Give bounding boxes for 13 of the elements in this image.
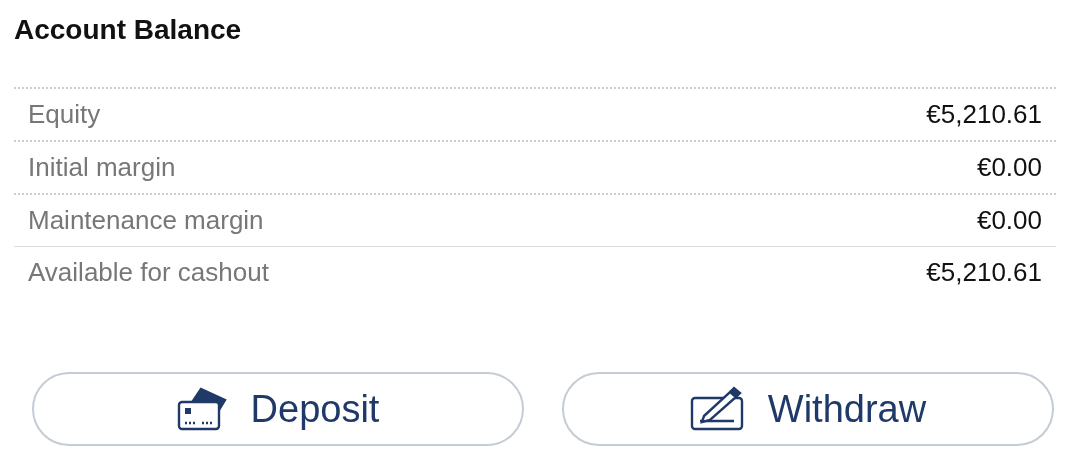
withdraw-button[interactable]: Withdraw xyxy=(562,372,1054,446)
cheque-pen-icon xyxy=(689,386,746,432)
row-label: Maintenance margin xyxy=(28,204,264,237)
row-label: Initial margin xyxy=(28,151,176,184)
row-label: Available for cashout xyxy=(28,256,269,289)
deposit-button[interactable]: Deposit xyxy=(32,372,524,446)
credit-card-icon xyxy=(176,386,229,432)
row-value: €0.00 xyxy=(976,204,1042,237)
section-title: Account Balance xyxy=(14,13,243,47)
row-value: €5,210.61 xyxy=(926,98,1042,131)
row-value: €0.00 xyxy=(976,151,1042,184)
row-label: Equity xyxy=(28,98,101,131)
row-value: €5,210.61 xyxy=(926,256,1042,289)
